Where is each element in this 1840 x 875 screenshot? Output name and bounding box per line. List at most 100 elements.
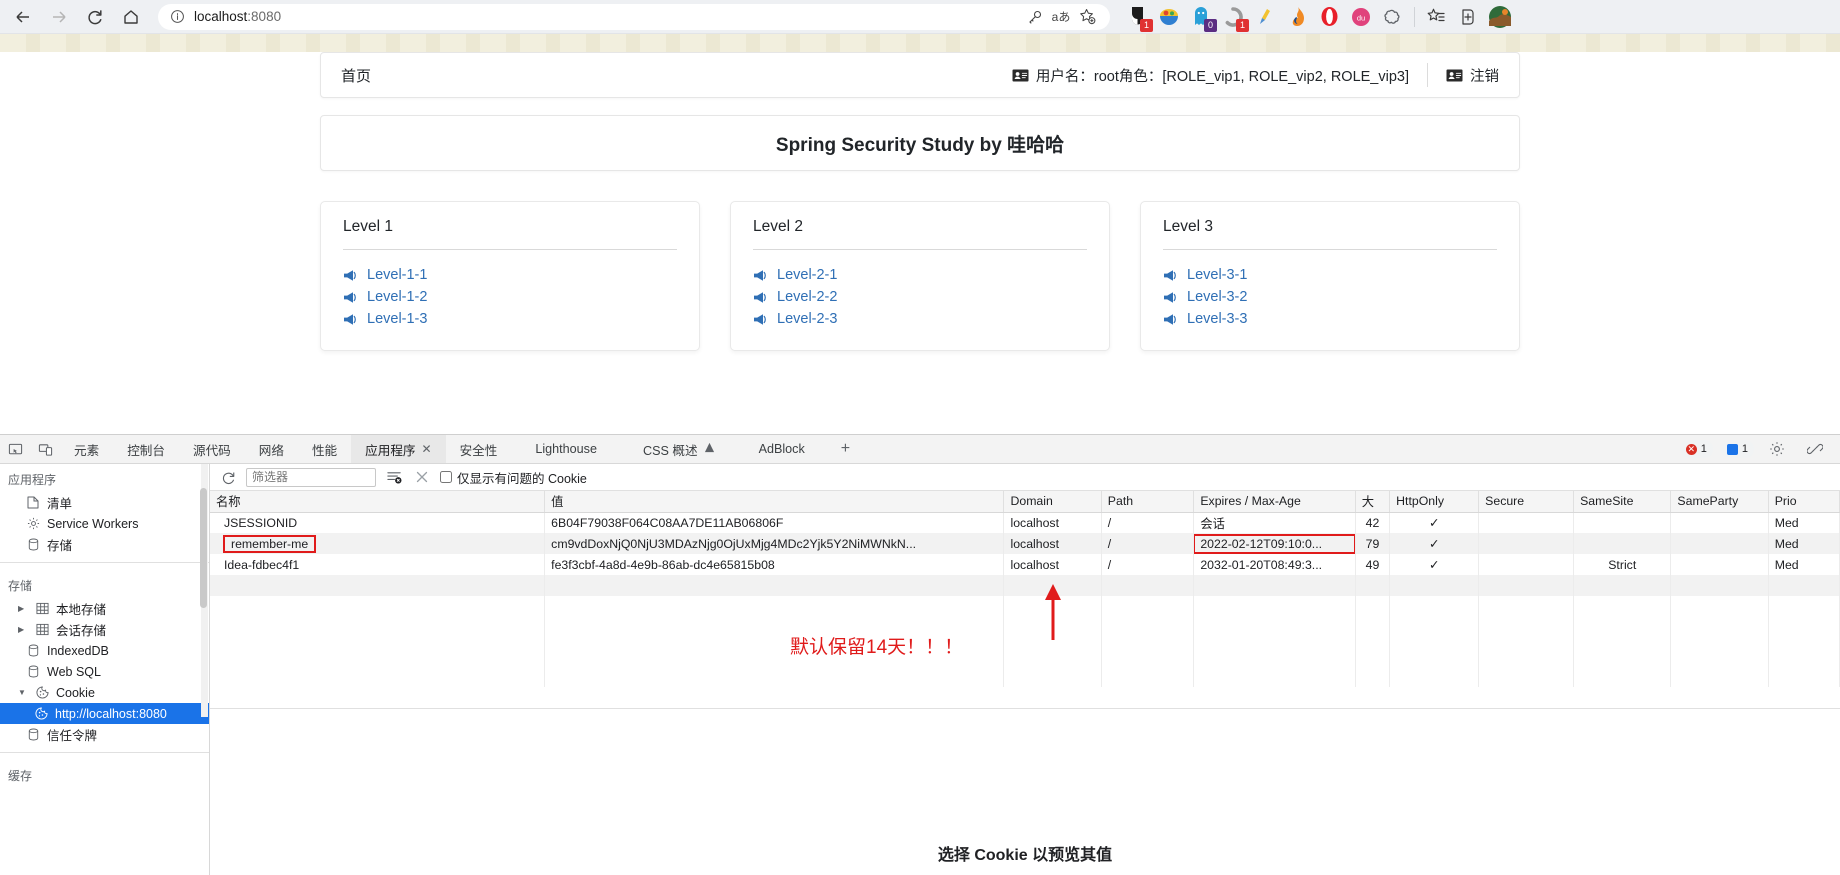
tab-lighthouse[interactable]: Lighthouse: [511, 435, 621, 463]
only-problem-cookies-checkbox[interactable]: 仅显示有问题的 Cookie: [440, 468, 587, 487]
address-bar-text: localhost:8080: [186, 9, 1022, 24]
tab-network[interactable]: 网络: [245, 435, 298, 463]
extension-du-icon[interactable]: du: [1348, 4, 1374, 30]
sidebar-section-application: 应用程序: [8, 473, 57, 487]
link-level-2-3[interactable]: Level-2-3: [753, 308, 1087, 330]
chevron-down-icon[interactable]: ▼: [18, 688, 28, 697]
tab-performance[interactable]: 性能: [298, 435, 351, 463]
link-level-1-2[interactable]: Level-1-2: [343, 286, 677, 308]
navbar-brand[interactable]: 首页: [341, 65, 371, 86]
only-problem-cookies-input[interactable]: [440, 471, 452, 483]
cookie-table: 名称 值 Domain Path Expires / Max-Age 大 Htt…: [210, 491, 1840, 687]
filler-cell: [1101, 575, 1195, 596]
sidebar-item-cookie[interactable]: ▼ Cookie: [0, 682, 209, 703]
cookie-filter-input[interactable]: [246, 467, 376, 487]
link-level-1-1[interactable]: Level-1-1: [343, 264, 677, 286]
link-level-1-3[interactable]: Level-1-3: [343, 308, 677, 330]
extension-dark-reader-icon[interactable]: 1: [1124, 4, 1153, 32]
tab-security[interactable]: 安全性: [446, 435, 512, 463]
collections-icon[interactable]: [1423, 4, 1449, 30]
key-icon[interactable]: [1022, 4, 1048, 30]
col-path[interactable]: Path: [1101, 491, 1195, 513]
filler-cell: [1573, 596, 1672, 617]
message-count-badge[interactable]: 1: [1720, 440, 1754, 458]
extension-cloud-outline-icon[interactable]: [1380, 4, 1406, 30]
inspect-element-icon[interactable]: [0, 435, 30, 463]
extension-brush-icon[interactable]: [1252, 4, 1278, 30]
close-icon[interactable]: ✕: [422, 442, 432, 456]
sidebar-divider: [0, 752, 209, 753]
table-row[interactable]: JSESSIONID 6B04F79038F064C08AA7DE11AB068…: [210, 512, 1840, 533]
tab-sources[interactable]: 源代码: [179, 435, 245, 463]
logout-block[interactable]: 注销: [1446, 65, 1499, 86]
tab-adblock[interactable]: AdBlock: [737, 435, 827, 463]
panel-splitter[interactable]: [210, 708, 1840, 709]
extension-ghost-icon[interactable]: 0: [1188, 4, 1217, 32]
sidebar-item-trust-tokens[interactable]: 信任令牌: [0, 724, 209, 745]
table-row[interactable]: Idea-fdbec4f1 fe3f3cbf-4a8d-4e9b-86ab-dc…: [210, 554, 1840, 575]
sidebar-item-manifest[interactable]: 清单: [0, 492, 209, 513]
col-sameparty[interactable]: SameParty: [1670, 491, 1769, 513]
sidebar-item-indexeddb[interactable]: IndexedDB: [0, 640, 209, 661]
col-samesite[interactable]: SameSite: [1573, 491, 1672, 513]
gear-icon[interactable]: [1762, 441, 1792, 457]
site-info-icon[interactable]: [168, 8, 186, 26]
home-button[interactable]: [114, 2, 148, 32]
address-bar[interactable]: localhost:8080 aあ: [158, 3, 1110, 30]
link-level-2-1[interactable]: Level-2-1: [753, 264, 1087, 286]
table-filler-row: [210, 596, 1840, 617]
page-top-stripe: [0, 34, 1840, 52]
add-tab-button[interactable]: +: [827, 435, 864, 463]
sidebar-item-cookie-localhost[interactable]: http://localhost:8080: [0, 703, 209, 724]
table-row[interactable]: remember-me cm9vdDoxNjQ0NjU3MDAzNjg0OjUx…: [210, 533, 1840, 554]
extension-opera-icon[interactable]: [1316, 4, 1342, 30]
sidebar-scrollbar[interactable]: [200, 464, 208, 717]
col-size[interactable]: 大: [1355, 491, 1391, 513]
sidebar-item-web-sql[interactable]: Web SQL: [0, 661, 209, 682]
col-value[interactable]: 值: [544, 491, 1005, 513]
device-toolbar-icon[interactable]: [30, 435, 60, 463]
sidebar-item-storage[interactable]: 存储: [0, 534, 209, 555]
logout-label[interactable]: 注销: [1470, 65, 1499, 86]
refresh-icon[interactable]: [218, 467, 238, 487]
link-level-3-3[interactable]: Level-3-3: [1163, 308, 1497, 330]
sidebar-item-service-workers[interactable]: Service Workers: [0, 513, 209, 534]
read-aloud-icon[interactable]: aあ: [1048, 4, 1074, 30]
extension-colorful-icon[interactable]: [1156, 4, 1182, 30]
tab-console[interactable]: 控制台: [113, 435, 179, 463]
extension-gray-ring-icon[interactable]: 1: [1220, 4, 1249, 32]
chevron-right-icon[interactable]: ▶: [18, 625, 28, 634]
highlight-expires: 2022-02-12T09:10:0...: [1193, 533, 1355, 554]
dock-icon[interactable]: [1800, 441, 1830, 457]
message-count: 1: [1741, 443, 1748, 455]
filler-cell: [1573, 575, 1672, 596]
col-expires[interactable]: Expires / Max-Age: [1193, 491, 1356, 513]
tab-css-overview[interactable]: CSS 概述: [621, 435, 737, 463]
clear-all-cookies-icon[interactable]: [412, 467, 432, 487]
profile-avatar[interactable]: [1487, 4, 1513, 30]
col-domain[interactable]: Domain: [1003, 491, 1102, 513]
col-priority[interactable]: Prio: [1768, 491, 1840, 513]
link-level-2-2[interactable]: Level-2-2: [753, 286, 1087, 308]
link-level-3-1[interactable]: Level-3-1: [1163, 264, 1497, 286]
clear-filter-icon[interactable]: [384, 467, 404, 487]
link-level-3-2[interactable]: Level-3-2: [1163, 286, 1497, 308]
tab-elements[interactable]: 元素: [60, 435, 113, 463]
tab-application[interactable]: 应用程序 ✕: [351, 435, 446, 463]
sidebar-item-label: Service Workers: [47, 516, 139, 531]
sidebar-scrollbar-thumb[interactable]: [200, 488, 207, 608]
col-httponly[interactable]: HttpOnly: [1389, 491, 1480, 513]
cookies-toolbar: 仅显示有问题的 Cookie: [210, 464, 1840, 491]
reload-button[interactable]: [78, 2, 112, 32]
col-secure[interactable]: Secure: [1478, 491, 1575, 513]
error-count-badge[interactable]: ✕ 1: [1679, 440, 1713, 458]
chevron-right-icon[interactable]: ▶: [18, 604, 28, 613]
back-button[interactable]: [6, 2, 40, 32]
add-favorite-icon[interactable]: [1074, 4, 1100, 30]
browser-essentials-icon[interactable]: [1455, 4, 1481, 30]
forward-button[interactable]: [42, 2, 76, 32]
sidebar-item-local-storage[interactable]: ▶ 本地存储: [0, 598, 209, 619]
extension-flame-icon[interactable]: [1284, 4, 1310, 30]
sidebar-item-session-storage[interactable]: ▶ 会话存储: [0, 619, 209, 640]
col-name[interactable]: 名称: [210, 491, 546, 513]
